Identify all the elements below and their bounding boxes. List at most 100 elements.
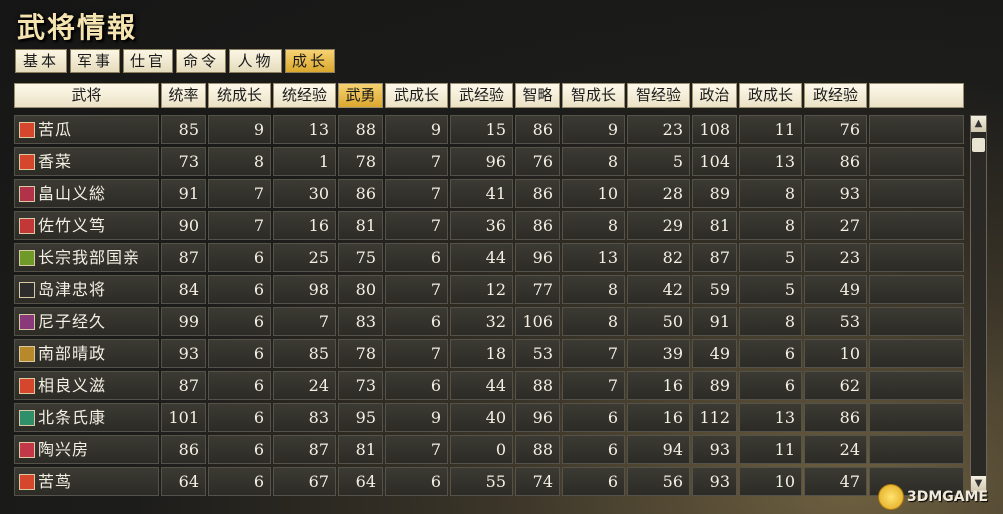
column-header-4[interactable]: 武勇 [338, 83, 383, 108]
officer-name-cell[interactable]: 苦瓜 [14, 115, 159, 144]
column-header-13[interactable] [869, 83, 964, 108]
tab-0[interactable]: 基本 [15, 49, 67, 73]
officer-name-cell[interactable]: 北条氏康 [14, 403, 159, 432]
column-header-1[interactable]: 统率 [161, 83, 206, 108]
tab-3[interactable]: 命令 [176, 49, 226, 73]
officer-table: 苦瓜 85 9 13 88 9 15 86 9 23 108 11 76 香菜 73 8 1 78 7 96 76 8 5 1… [14, 115, 966, 499]
table-row[interactable]: 畠山义総 91 7 30 86 7 41 86 10 28 89 8 93 [14, 179, 966, 208]
officer-name-cell[interactable]: 香菜 [14, 147, 159, 176]
stat-cell: 24 [273, 371, 336, 400]
scrollbar-thumb[interactable] [972, 138, 985, 152]
stat-cell: 16 [627, 371, 690, 400]
empty-cell [869, 147, 964, 176]
stat-cell: 6 [562, 435, 625, 464]
stat-cell: 5 [739, 275, 802, 304]
table-row[interactable]: 苦瓜 85 9 13 88 9 15 86 9 23 108 11 76 [14, 115, 966, 144]
table-row[interactable]: 长宗我部国亲 87 6 25 75 6 44 96 13 82 87 5 23 [14, 243, 966, 272]
stat-cell: 82 [627, 243, 690, 272]
stat-cell: 6 [208, 339, 271, 368]
stat-cell: 44 [450, 243, 513, 272]
diamond-crest-icon [19, 441, 35, 458]
officer-name-cell[interactable]: 苦茑 [14, 467, 159, 496]
table-row[interactable]: 北条氏康 101 6 83 95 9 40 96 6 16 112 13 86 [14, 403, 966, 432]
stat-cell: 62 [804, 371, 867, 400]
officer-name-cell[interactable]: 尼子经久 [14, 307, 159, 336]
officer-name-cell[interactable]: 南部晴政 [14, 339, 159, 368]
stat-cell: 84 [161, 275, 206, 304]
table-row[interactable]: 佐竹义笃 90 7 16 81 7 36 86 8 29 81 8 27 [14, 211, 966, 240]
stat-cell: 24 [804, 435, 867, 464]
empty-cell [869, 403, 964, 432]
stat-cell: 13 [739, 403, 802, 432]
stat-cell: 88 [515, 435, 560, 464]
stat-cell: 55 [450, 467, 513, 496]
stat-cell: 7 [385, 435, 448, 464]
stat-cell: 78 [338, 339, 383, 368]
column-header-12[interactable]: 政经验 [804, 83, 867, 108]
table-row[interactable]: 苦茑 64 6 67 64 6 55 74 6 56 93 10 47 [14, 467, 966, 496]
tab-1[interactable]: 军事 [70, 49, 120, 73]
stat-cell: 101 [161, 403, 206, 432]
table-row[interactable]: 尼子经久 99 6 7 83 6 32 106 8 50 91 8 53 [14, 307, 966, 336]
column-header-2[interactable]: 统成长 [208, 83, 271, 108]
stat-cell: 8 [562, 307, 625, 336]
officer-name-cell[interactable]: 畠山义総 [14, 179, 159, 208]
column-header-6[interactable]: 武经验 [450, 83, 513, 108]
stat-cell: 49 [692, 339, 737, 368]
column-header-8[interactable]: 智成长 [562, 83, 625, 108]
stat-cell: 87 [692, 243, 737, 272]
stat-cell: 106 [515, 307, 560, 336]
table-row[interactable]: 陶兴房 86 6 87 81 7 0 88 6 94 93 11 24 [14, 435, 966, 464]
stat-cell: 89 [692, 371, 737, 400]
tab-5[interactable]: 成长 [285, 49, 335, 73]
tab-4[interactable]: 人物 [229, 49, 282, 73]
stat-cell: 6 [562, 403, 625, 432]
column-header-11[interactable]: 政成长 [739, 83, 802, 108]
officer-name: 香菜 [38, 152, 73, 171]
stat-cell: 86 [804, 147, 867, 176]
officer-name-cell[interactable]: 陶兴房 [14, 435, 159, 464]
table-row[interactable]: 岛津忠将 84 6 98 80 7 12 77 8 42 59 5 49 [14, 275, 966, 304]
officer-name-cell[interactable]: 长宗我部国亲 [14, 243, 159, 272]
stat-cell: 7 [208, 179, 271, 208]
stat-cell: 6 [562, 467, 625, 496]
stat-cell: 13 [562, 243, 625, 272]
column-header-0[interactable]: 武将 [14, 83, 159, 108]
officer-name-cell[interactable]: 岛津忠将 [14, 275, 159, 304]
officer-name: 岛津忠将 [38, 280, 107, 299]
column-header-3[interactable]: 统经验 [273, 83, 336, 108]
stat-cell: 6 [739, 371, 802, 400]
column-header-5[interactable]: 武成长 [385, 83, 448, 108]
column-header-10[interactable]: 政治 [692, 83, 737, 108]
watermark-text: 3DMGAME [907, 489, 989, 505]
column-header-7[interactable]: 智略 [515, 83, 560, 108]
officer-name: 尼子经久 [38, 312, 107, 331]
stat-cell: 6 [208, 243, 271, 272]
stat-cell: 49 [804, 275, 867, 304]
stat-cell: 12 [450, 275, 513, 304]
stat-cell: 36 [450, 211, 513, 240]
stat-cell: 86 [515, 211, 560, 240]
vertical-scrollbar[interactable]: ▲ ▼ [970, 115, 987, 493]
stat-cell: 80 [338, 275, 383, 304]
stat-cell: 6 [208, 403, 271, 432]
table-row[interactable]: 相良义滋 87 6 24 73 6 44 88 7 16 89 6 62 [14, 371, 966, 400]
stat-cell: 93 [692, 467, 737, 496]
stat-cell: 23 [804, 243, 867, 272]
officer-name-cell[interactable]: 佐竹义笃 [14, 211, 159, 240]
empty-cell [869, 179, 964, 208]
table-row[interactable]: 南部晴政 93 6 85 78 7 18 53 7 39 49 6 10 [14, 339, 966, 368]
stat-cell: 10 [739, 467, 802, 496]
stat-cell: 7 [385, 211, 448, 240]
stat-cell: 67 [273, 467, 336, 496]
stat-cell: 23 [627, 115, 690, 144]
stat-cell: 81 [338, 211, 383, 240]
officer-name-cell[interactable]: 相良义滋 [14, 371, 159, 400]
tab-2[interactable]: 仕官 [123, 49, 173, 73]
stat-cell: 86 [515, 115, 560, 144]
column-header-9[interactable]: 智经验 [627, 83, 690, 108]
empty-cell [869, 339, 964, 368]
table-row[interactable]: 香菜 73 8 1 78 7 96 76 8 5 104 13 86 [14, 147, 966, 176]
scroll-up-icon[interactable]: ▲ [971, 116, 986, 132]
stat-cell: 7 [385, 179, 448, 208]
